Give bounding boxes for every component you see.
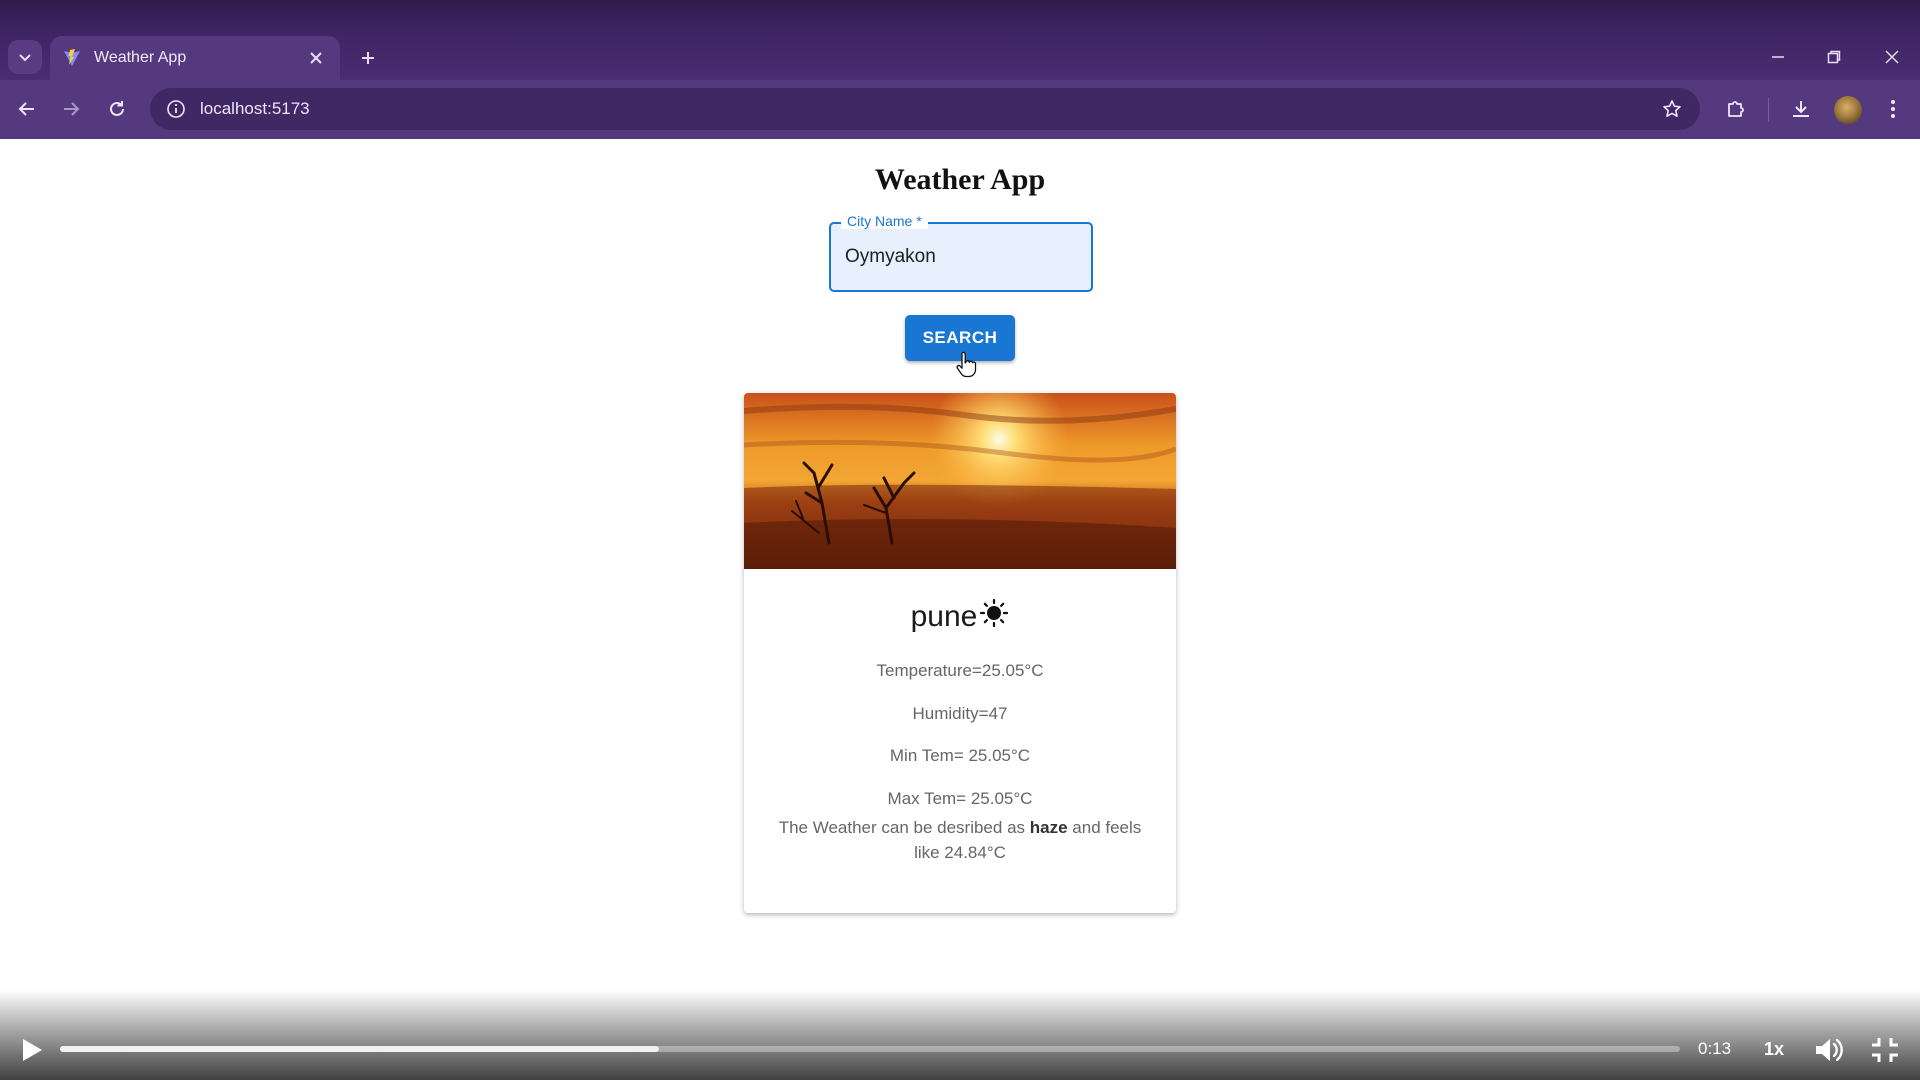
- video-controls: 0:13 1x: [0, 990, 1920, 1080]
- address-bar[interactable]: localhost:5173: [150, 88, 1700, 130]
- tab-title: Weather App: [94, 49, 187, 66]
- minimize-button[interactable]: [1758, 40, 1798, 74]
- plus-icon: [362, 52, 374, 64]
- city-name-label: City Name *: [841, 213, 928, 229]
- sun-icon: [980, 598, 1009, 628]
- playback-speed-button[interactable]: 1x: [1764, 1039, 1784, 1060]
- bookmark-star-icon[interactable]: [1652, 89, 1692, 129]
- weather-condition: haze: [1029, 818, 1068, 837]
- city-name-input[interactable]: [845, 246, 1075, 268]
- toolbar-divider: [1768, 98, 1769, 122]
- volume-icon[interactable]: [1812, 1034, 1846, 1066]
- arrow-left-icon: [18, 102, 34, 116]
- max-temp-text: Max Tem= 25.05°C: [887, 789, 1033, 808]
- page-title: Weather App: [874, 163, 1046, 196]
- video-progress-bar[interactable]: [60, 1046, 1680, 1052]
- chevron-down-icon: [19, 54, 31, 62]
- extensions-button[interactable]: [1717, 90, 1755, 128]
- city-name-text: pune: [910, 600, 978, 633]
- kebab-menu-icon: [1891, 100, 1895, 118]
- forward-button[interactable]: [52, 90, 90, 128]
- weather-card: pune Temperature=25.05°C Humidity=47 Min…: [744, 393, 1176, 913]
- description-prefix: The Weather can be desribed as: [778, 818, 1026, 837]
- city-name-field[interactable]: City Name *: [829, 213, 1093, 292]
- new-tab-button[interactable]: [352, 42, 384, 74]
- arrow-right-icon: [64, 102, 80, 116]
- temperature-text: Temperature=25.05°C: [876, 661, 1044, 680]
- video-time: 0:13: [1698, 1039, 1732, 1058]
- close-window-button[interactable]: [1872, 40, 1912, 74]
- city-name: pune: [744, 598, 1176, 634]
- reload-button[interactable]: [98, 90, 136, 128]
- hand-cursor-icon: [956, 351, 977, 378]
- menu-button[interactable]: [1874, 90, 1912, 128]
- close-icon: [1885, 50, 1899, 64]
- puzzle-icon: [1728, 101, 1744, 117]
- info-icon[interactable]: [164, 97, 188, 121]
- humidity-text: Humidity=47: [912, 704, 1008, 723]
- min-temp-text: Min Tem= 25.05°C: [889, 746, 1031, 765]
- browser-tab[interactable]: Weather App: [50, 36, 340, 80]
- avatar[interactable]: [1834, 96, 1862, 124]
- minimize-icon: [1772, 56, 1784, 58]
- url-text: localhost:5173: [200, 99, 310, 118]
- weather-image: [744, 393, 1176, 569]
- downloads-button[interactable]: [1782, 90, 1820, 128]
- tab-strip: Weather App: [0, 30, 1920, 80]
- download-icon: [1793, 101, 1809, 117]
- exit-fullscreen-icon[interactable]: [1868, 1034, 1902, 1066]
- reload-icon: [110, 101, 124, 116]
- vite-logo-icon: [62, 48, 82, 68]
- browser-chrome: Weather App localhost:5173: [0, 0, 1920, 139]
- play-icon: [23, 1039, 42, 1061]
- restore-icon: [1827, 50, 1841, 64]
- page-content: Weather App City Name * SEARCH: [0, 139, 1920, 1080]
- video-progress-fill: [60, 1046, 660, 1052]
- back-button[interactable]: [8, 90, 46, 128]
- tab-search-button[interactable]: [8, 40, 42, 74]
- restore-button[interactable]: [1814, 40, 1854, 74]
- close-icon: [310, 52, 322, 64]
- weather-description: The Weather can be desribed as haze and …: [764, 815, 1156, 865]
- play-button[interactable]: [16, 1034, 48, 1066]
- close-tab-button[interactable]: [304, 46, 328, 70]
- browser-toolbar: localhost:5173: [0, 80, 1920, 139]
